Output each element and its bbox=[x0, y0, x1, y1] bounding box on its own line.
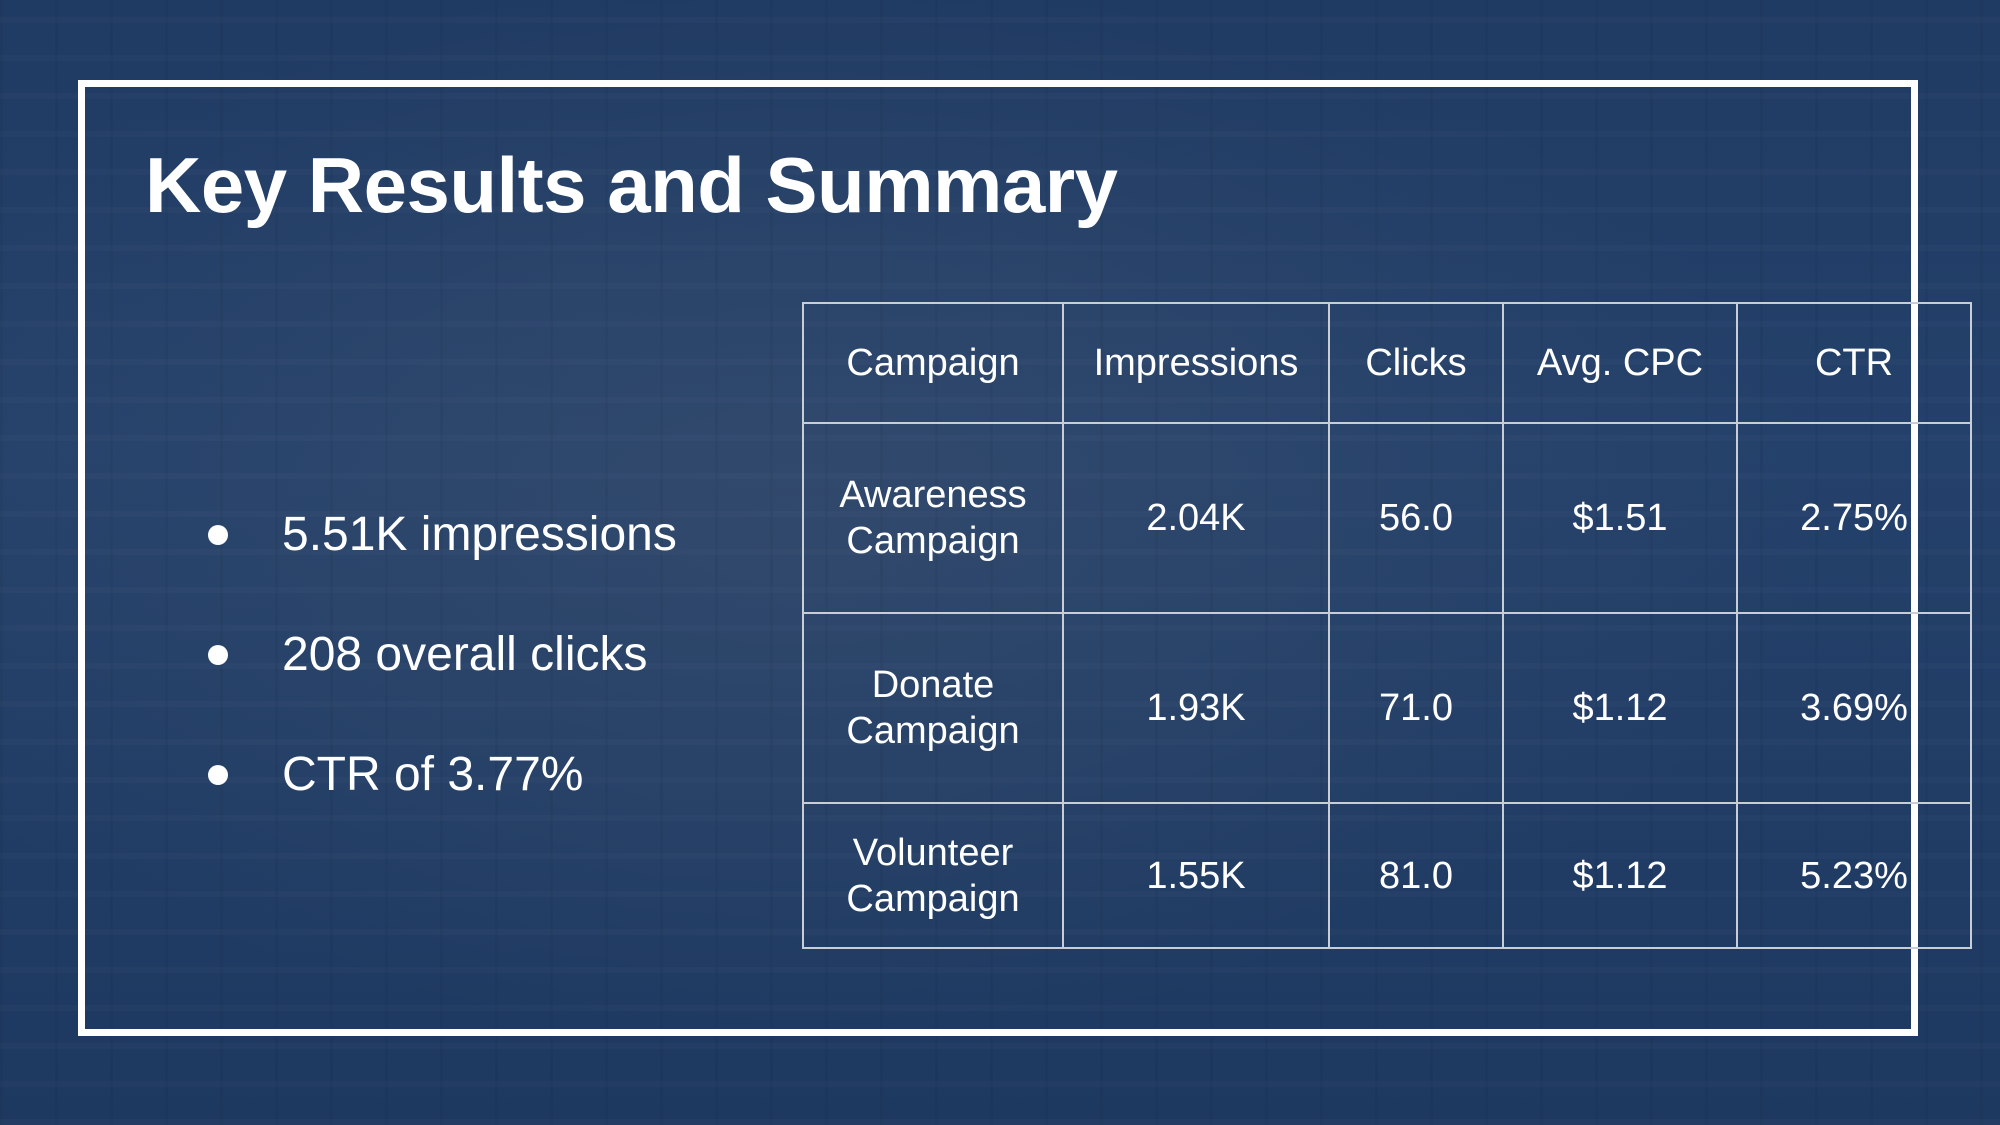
bullet-text: 208 overall clicks bbox=[282, 628, 648, 681]
table-header-row: Campaign Impressions Clicks Avg. CPC CTR bbox=[802, 302, 1972, 424]
cell-impressions: 2.04K bbox=[1062, 422, 1330, 614]
campaign-name-line: Donate bbox=[871, 664, 995, 706]
cell-campaign: Volunteer Campaign bbox=[802, 802, 1064, 949]
campaign-name-line: Volunteer bbox=[852, 831, 1014, 874]
cell-impressions: 1.93K bbox=[1062, 612, 1330, 804]
bullet-text: CTR of 3.77% bbox=[282, 748, 584, 801]
cell-ctr: 2.75% bbox=[1736, 422, 1972, 614]
cell-clicks: 81.0 bbox=[1328, 802, 1504, 949]
campaign-name-line: Campaign bbox=[846, 710, 1020, 752]
campaign-name-line: Awareness bbox=[839, 474, 1027, 516]
slide-title: Key Results and Summary bbox=[145, 141, 1118, 229]
table-row: Awareness Campaign 2.04K 56.0 $1.51 2.75… bbox=[802, 422, 1972, 614]
cell-campaign: Donate Campaign bbox=[802, 612, 1064, 804]
bullet-dot-icon bbox=[208, 525, 228, 545]
cell-impressions: 1.55K bbox=[1062, 802, 1330, 949]
slide: Key Results and Summary 5.51K impression… bbox=[0, 0, 2000, 1125]
table-row: Volunteer Campaign 1.55K 81.0 $1.12 5.23… bbox=[802, 802, 1972, 949]
cell-avg-cpc: $1.51 bbox=[1502, 422, 1738, 614]
cell-campaign: Awareness Campaign bbox=[802, 422, 1064, 614]
bullet-dot-icon bbox=[208, 765, 228, 785]
cell-clicks: 71.0 bbox=[1328, 612, 1504, 804]
header-clicks: Clicks bbox=[1328, 302, 1504, 424]
cell-avg-cpc: $1.12 bbox=[1502, 802, 1738, 949]
cell-ctr: 3.69% bbox=[1736, 612, 1972, 804]
header-avg-cpc: Avg. CPC bbox=[1502, 302, 1738, 424]
campaign-results-table: Campaign Impressions Clicks Avg. CPC CTR… bbox=[802, 302, 1972, 949]
cell-clicks: 56.0 bbox=[1328, 422, 1504, 614]
campaign-name-line: Campaign bbox=[846, 877, 1020, 920]
bullet-text: 5.51K impressions bbox=[282, 508, 677, 561]
table-row: Donate Campaign 1.93K 71.0 $1.12 3.69% bbox=[802, 612, 1972, 804]
header-ctr: CTR bbox=[1736, 302, 1972, 424]
cell-ctr: 5.23% bbox=[1736, 802, 1972, 949]
header-impressions: Impressions bbox=[1062, 302, 1330, 424]
campaign-name-line: Campaign bbox=[846, 520, 1020, 562]
bullet-dot-icon bbox=[208, 645, 228, 665]
cell-avg-cpc: $1.12 bbox=[1502, 612, 1738, 804]
header-campaign: Campaign bbox=[802, 302, 1064, 424]
